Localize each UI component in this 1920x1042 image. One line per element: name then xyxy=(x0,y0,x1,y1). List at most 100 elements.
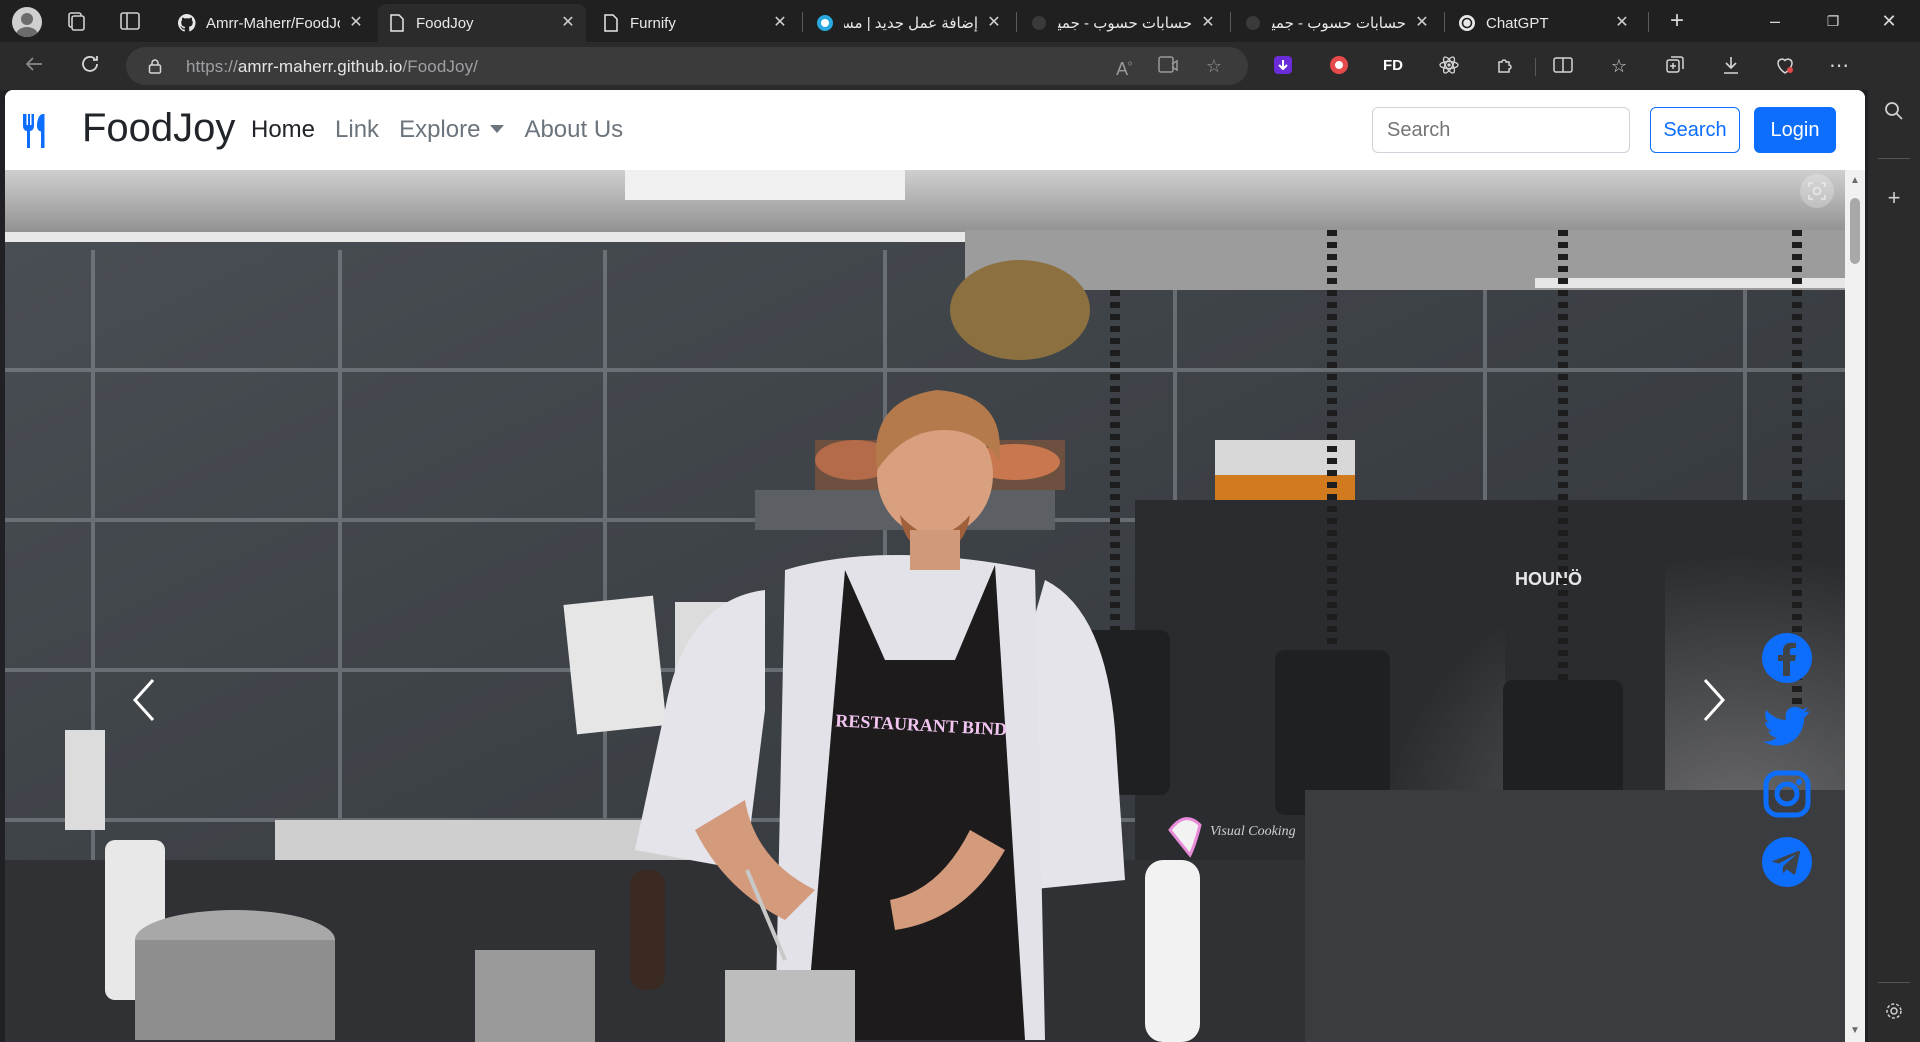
back-button[interactable] xyxy=(20,52,48,80)
tab-title: حسابات حسوب - جميع xyxy=(1272,15,1406,32)
carousel-prev-icon[interactable] xyxy=(125,670,165,730)
url-text: https://amrr-maherr.github.io/FoodJoy/ xyxy=(186,57,478,77)
close-tab-icon[interactable]: ✕ xyxy=(1414,15,1430,31)
instagram-icon[interactable] xyxy=(1761,768,1813,820)
close-tab-icon[interactable]: ✕ xyxy=(1200,15,1216,31)
utensils-icon[interactable] xyxy=(19,112,57,150)
nav-links: Home Link Explore About Us xyxy=(251,116,643,144)
refresh-button[interactable] xyxy=(76,52,104,80)
tab-title: Amrr-Maherr/FoodJoy xyxy=(206,14,340,32)
tab-title: حسابات حسوب - جميع xyxy=(1058,15,1192,32)
page-scrollbar[interactable]: ▲ ▼ xyxy=(1845,170,1865,1042)
fd-extension-icon[interactable]: FD xyxy=(1380,54,1406,78)
hsoub-icon xyxy=(1244,14,1262,32)
scroll-down-arrow[interactable]: ▼ xyxy=(1849,1026,1861,1036)
nav-explore-dropdown[interactable]: Explore xyxy=(399,116,505,144)
close-tab-icon[interactable]: ✕ xyxy=(772,15,788,31)
mostaql-icon xyxy=(816,14,834,32)
toolbar-separator xyxy=(1535,58,1536,76)
tab-github[interactable]: Amrr-Maherr/FoodJoy ✕ xyxy=(168,4,374,42)
nav-explore-label: Explore xyxy=(399,116,481,143)
download-extension-icon[interactable] xyxy=(1270,54,1296,78)
oven-brand-text: HOUNÖ xyxy=(1515,569,1582,589)
tab-separator xyxy=(1016,12,1017,32)
read-aloud-icon[interactable]: Aᵒ xyxy=(1112,55,1136,79)
profile-avatar[interactable] xyxy=(12,7,42,37)
address-bar[interactable]: https://amrr-maherr.github.io/FoodJoy/ A… xyxy=(126,47,1248,85)
nav-home[interactable]: Home xyxy=(251,116,315,144)
browser-chrome: Amrr-Maherr/FoodJoy ✕ FoodJoy ✕ Furnify … xyxy=(0,0,1920,90)
tab-strip: Amrr-Maherr/FoodJoy ✕ FoodJoy ✕ Furnify … xyxy=(0,0,1920,42)
page-icon xyxy=(602,14,620,32)
page-viewport: FoodJoy Home Link Explore About Us Searc… xyxy=(5,90,1865,1042)
search-button[interactable]: Search xyxy=(1650,107,1740,153)
split-screen-icon[interactable] xyxy=(1550,54,1576,78)
tab-chatgpt[interactable]: ChatGPT ✕ xyxy=(1448,4,1640,42)
page-icon xyxy=(388,14,406,32)
react-devtools-icon[interactable] xyxy=(1436,54,1462,78)
tab-separator xyxy=(802,12,803,32)
tab-title: FoodJoy xyxy=(416,14,474,32)
chef-kitchen-image: HOUNÖ Visual Cooking RESTAURANT BIND xyxy=(5,170,1845,1042)
visual-search-icon[interactable] xyxy=(1800,174,1834,208)
facebook-icon[interactable] xyxy=(1761,632,1813,684)
lock-icon[interactable] xyxy=(148,58,162,74)
url-scheme: https:// xyxy=(186,57,238,76)
add-icon[interactable]: + xyxy=(1880,184,1908,212)
close-tab-icon[interactable]: ✕ xyxy=(1614,15,1630,31)
favorite-star-icon[interactable]: ☆ xyxy=(1202,55,1226,77)
tab-separator xyxy=(1648,12,1649,32)
tab-furnify[interactable]: Furnify ✕ xyxy=(592,4,798,42)
tab-separator xyxy=(1444,12,1445,32)
collections-icon[interactable] xyxy=(1662,54,1688,78)
url-path: /FoodJoy/ xyxy=(402,57,478,76)
edge-sidebar: + xyxy=(1868,42,1920,1042)
search-input[interactable] xyxy=(1372,107,1630,153)
settings-more-icon[interactable]: ⋯ xyxy=(1826,54,1852,78)
tab-mostaql[interactable]: إضافة عمل جديد | مستقل ✕ xyxy=(806,4,1012,42)
close-tab-icon[interactable]: ✕ xyxy=(986,15,1002,31)
twitter-icon[interactable] xyxy=(1761,700,1813,752)
brand-name[interactable]: FoodJoy xyxy=(82,106,235,151)
tab-title: ChatGPT xyxy=(1486,14,1549,32)
nav-link[interactable]: Link xyxy=(335,116,379,144)
close-tab-icon[interactable]: ✕ xyxy=(560,15,576,31)
performance-icon[interactable] xyxy=(1772,54,1798,78)
browser-toolbar: https://amrr-maherr.github.io/FoodJoy/ A… xyxy=(0,42,1920,90)
caret-down-icon xyxy=(490,125,505,133)
immersive-reader-icon[interactable] xyxy=(1156,55,1180,77)
vertical-tabs-icon[interactable] xyxy=(118,10,142,32)
oven-label-text: Visual Cooking xyxy=(1210,824,1296,839)
restore-button[interactable]: ❐ xyxy=(1818,8,1848,34)
tab-foodjoy[interactable]: FoodJoy ✕ xyxy=(378,4,586,42)
tab-hsoub-1[interactable]: حسابات حسوب - جميع ✕ xyxy=(1020,4,1226,42)
url-host: amrr-maherr.github.io xyxy=(237,57,403,76)
telegram-icon[interactable] xyxy=(1761,836,1813,888)
carousel-next-icon[interactable] xyxy=(1693,670,1733,730)
site-navbar: FoodJoy Home Link Explore About Us Searc… xyxy=(5,90,1865,170)
record-extension-icon[interactable] xyxy=(1326,54,1352,78)
downloads-icon[interactable] xyxy=(1718,54,1744,78)
workspaces-icon[interactable] xyxy=(64,10,88,32)
favorites-icon[interactable]: ☆ xyxy=(1606,54,1632,78)
chatgpt-icon xyxy=(1458,14,1476,32)
search-icon[interactable] xyxy=(1880,100,1908,128)
tab-separator xyxy=(1230,12,1231,32)
close-window-button[interactable]: ✕ xyxy=(1874,8,1904,34)
nav-about[interactable]: About Us xyxy=(524,116,623,144)
scroll-up-arrow[interactable]: ▲ xyxy=(1849,176,1861,186)
login-button[interactable]: Login xyxy=(1754,107,1836,153)
sidebar-divider xyxy=(1878,158,1910,159)
scroll-thumb[interactable] xyxy=(1850,198,1860,264)
minimize-button[interactable]: – xyxy=(1760,8,1790,34)
sidebar-divider xyxy=(1878,982,1910,983)
gear-icon[interactable] xyxy=(1880,1000,1908,1028)
hero-carousel: HOUNÖ Visual Cooking RESTAURANT BIND xyxy=(5,170,1845,1042)
tab-title: إضافة عمل جديد | مستقل xyxy=(844,15,978,32)
tab-title: Furnify xyxy=(630,14,676,32)
extensions-icon[interactable] xyxy=(1492,54,1518,78)
tab-hsoub-2[interactable]: حسابات حسوب - جميع ✕ xyxy=(1234,4,1440,42)
close-tab-icon[interactable]: ✕ xyxy=(348,15,364,31)
new-tab-button[interactable]: + xyxy=(1662,8,1692,34)
github-icon xyxy=(178,14,196,32)
